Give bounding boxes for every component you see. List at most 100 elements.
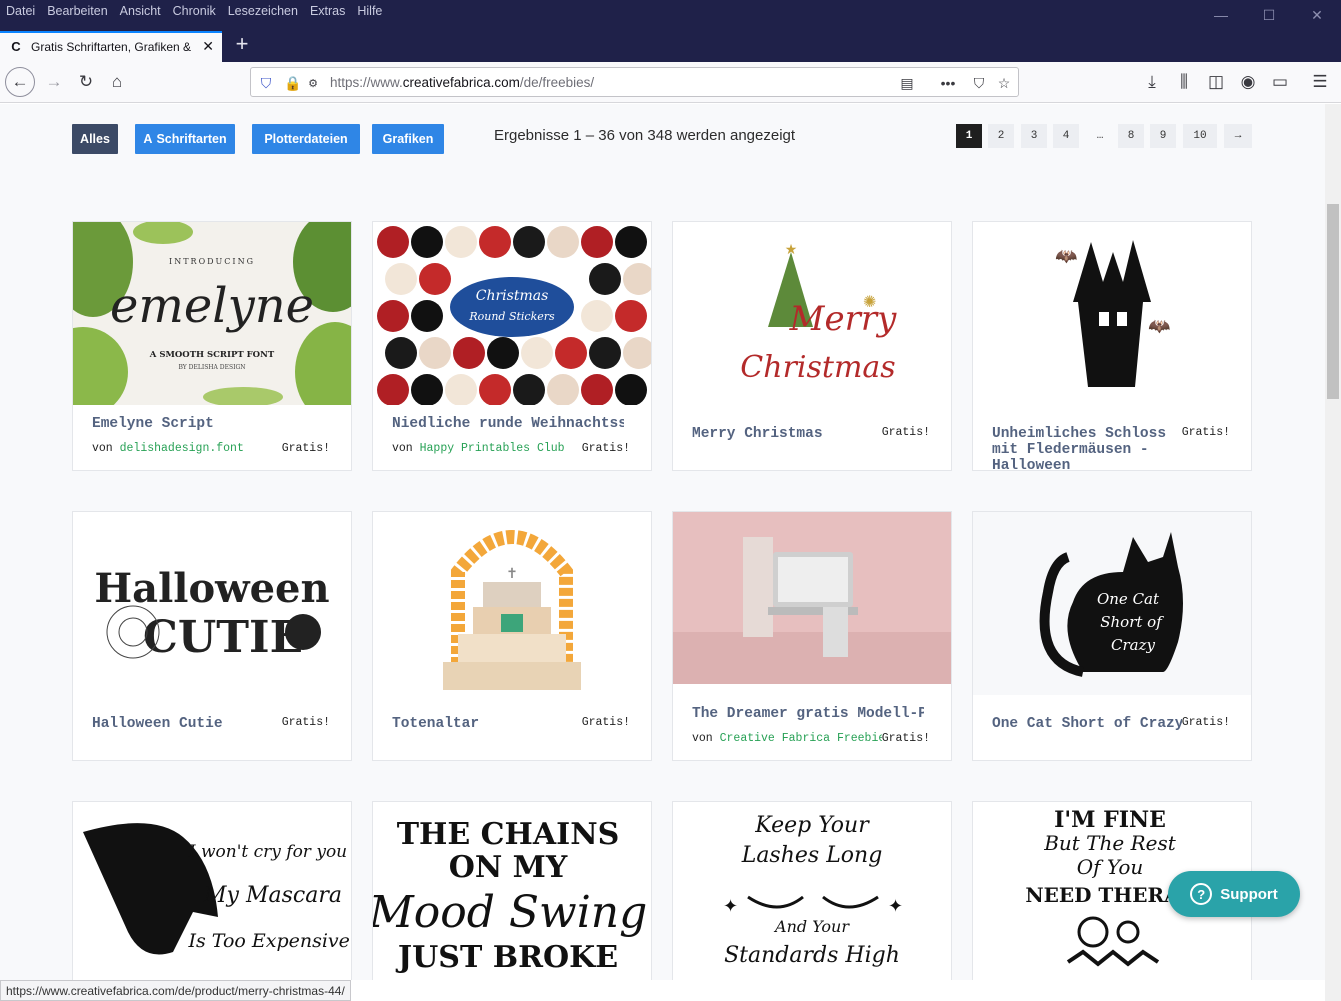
account-icon[interactable]: ◉ [1236,70,1260,94]
author-link[interactable]: Happy Printables Club [420,442,565,455]
close-window-icon[interactable]: ✕ [1293,0,1341,30]
product-price: Gratis! [881,426,930,439]
shield-icon[interactable]: ⛉ [256,73,276,93]
product-image[interactable]: I won't cry for you My Mascara Is Too Ex… [73,802,351,980]
page-4-button[interactable]: 4 [1053,124,1079,148]
product-price: Gratis! [881,732,930,745]
altar-artwork: ✝ [373,512,651,695]
product-card-halloween-cutie[interactable]: Halloween CUTIE Halloween Cutie Gratis! [72,511,352,761]
filter-fonts-button[interactable]: A Schriftarten [135,124,235,154]
new-tab-icon[interactable]: + [230,33,254,57]
product-title[interactable]: Emelyne Script [92,416,332,432]
downloads-icon[interactable]: ⤓ [1140,70,1164,94]
page-2-button[interactable]: 2 [988,124,1014,148]
page-10-button[interactable]: 10 [1183,124,1217,148]
svg-text:ON MY: ON MY [449,850,568,885]
reload-icon[interactable]: ↻ [74,70,98,94]
maximize-icon[interactable]: ☐ [1245,0,1293,30]
home-icon[interactable]: ⌂ [105,70,129,94]
menu-ansicht[interactable]: Ansicht [120,3,161,19]
menu-datei[interactable]: Datei [6,3,35,19]
product-image[interactable]: Keep Your Lashes Long And Your Standards… [673,802,951,980]
sticker-circle [419,263,451,295]
support-label: Support [1220,885,1278,903]
page-scrollbar[interactable] [1325,104,1341,1001]
product-card-merry-christmas[interactable]: ★ Merry Christmas ✺ Merry Christmas Grat… [672,221,952,471]
product-card-mascara[interactable]: I won't cry for you My Mascara Is Too Ex… [72,801,352,980]
sticker-circle [581,226,613,258]
permissions-icon[interactable]: ⚙ [303,73,323,93]
product-title[interactable]: The Dreamer gratis Modell-Pa [692,706,924,722]
page-next-button[interactable]: → [1224,124,1252,148]
page-8-button[interactable]: 8 [1118,124,1144,148]
back-icon[interactable]: ← [5,67,35,97]
sticker-circle [411,374,443,405]
svg-text:BY DELISHA DESIGN: BY DELISHA DESIGN [178,364,245,371]
url-domain: creativefabrica.com [402,75,520,90]
page-9-button[interactable]: 9 [1150,124,1176,148]
product-title[interactable]: Niedliche runde Weihnachtssti [392,416,624,432]
product-image[interactable]: THE CHAINS ON MY Mood Swing JUST BROKE [373,802,651,980]
bookmark-star-icon[interactable]: ☆ [994,73,1014,93]
forward-icon[interactable]: → [42,70,66,94]
svg-text:Round Stickers: Round Stickers [468,310,555,323]
browser-tab[interactable]: C Gratis Schriftarten, Grafiken & P ✕ [0,31,222,62]
product-title[interactable]: Halloween Cutie [92,716,282,732]
product-title[interactable]: One Cat Short of Crazy [992,716,1182,732]
product-author: von Happy Printables Club [392,442,565,455]
product-card-castle[interactable]: 🦇 🦇 Unheimliches Schloss mit Fledermäuse… [972,221,1252,471]
svg-text:✺: ✺ [863,292,876,311]
reader-view-icon[interactable]: ▤ [897,73,917,93]
product-image[interactable]: INTRODUCING emelyne A SMOOTH SCRIPT FONT… [73,222,351,405]
product-title[interactable]: Unheimliches Schloss [992,426,1182,442]
product-card-emelyne[interactable]: INTRODUCING emelyne A SMOOTH SCRIPT FONT… [72,221,352,471]
author-link[interactable]: Creative Fabrica Freebies [720,732,893,745]
product-price: Gratis! [281,716,330,729]
page-1-button[interactable]: 1 [956,124,982,148]
product-card-lashes[interactable]: Keep Your Lashes Long And Your Standards… [672,801,952,980]
support-button[interactable]: ? Support [1168,871,1300,917]
svg-text:emelyne: emelyne [110,278,314,334]
sticker-circle [479,226,511,258]
filter-graphics-button[interactable]: Grafiken [372,124,444,154]
sticker-circle [513,226,545,258]
product-image[interactable]: ✝ [373,512,651,695]
pocket-icon[interactable]: ⛉ [969,73,989,93]
menu-bar: Datei Bearbeiten Ansicht Chronik Lesezei… [6,3,382,19]
menu-bearbeiten[interactable]: Bearbeiten [47,3,107,19]
product-title[interactable]: Merry Christmas [692,426,882,442]
library-icon[interactable]: ⫼ [1172,70,1196,94]
lock-icon[interactable]: 🔒 [283,73,303,93]
product-image[interactable]: Halloween CUTIE [73,512,351,695]
product-image[interactable]: 🦇 🦇 [973,222,1251,405]
menu-hilfe[interactable]: Hilfe [357,3,382,19]
sidebar-icon[interactable]: ◫ [1204,70,1228,94]
product-image[interactable] [673,512,951,684]
stickers-artwork: Christmas Round Stickers [373,222,651,405]
product-image[interactable]: One Cat Short of Crazy [973,512,1251,695]
menu-extras[interactable]: Extras [310,3,345,19]
product-title[interactable]: Totenaltar [392,716,582,732]
sticker-circle [513,374,545,405]
filter-all-button[interactable]: Alles [72,124,118,154]
page-3-button[interactable]: 3 [1021,124,1047,148]
extension-icon[interactable]: ▭ [1268,70,1292,94]
filter-plotter-button[interactable]: Plotterdateien [252,124,360,154]
product-card-cat[interactable]: One Cat Short of Crazy One Cat Short of … [972,511,1252,761]
menu-lesezeichen[interactable]: Lesezeichen [228,3,298,19]
product-image[interactable]: Christmas Round Stickers [373,222,651,405]
product-card-totenaltar[interactable]: ✝ Totenaltar Gratis! [372,511,652,761]
product-card-mood-swing[interactable]: THE CHAINS ON MY Mood Swing JUST BROKE [372,801,652,980]
scrollbar-thumb[interactable] [1327,204,1339,399]
author-link[interactable]: delishadesign.font [120,442,244,455]
product-card-dreamer[interactable]: The Dreamer gratis Modell-Pa von Creativ… [672,511,952,761]
mascara-artwork: I won't cry for you My Mascara Is Too Ex… [73,802,351,980]
menu-chronik[interactable]: Chronik [173,3,216,19]
url-bar[interactable]: ⛉ 🔒 ⚙ https://www.creativefabrica.com/de… [250,67,1019,97]
page-actions-icon[interactable]: ••• [938,73,958,93]
hamburger-menu-icon[interactable]: ☰ [1308,70,1332,94]
product-card-stickers[interactable]: Christmas Round Stickers Niedliche runde… [372,221,652,471]
minimize-icon[interactable]: — [1197,0,1245,30]
product-image[interactable]: ★ Merry Christmas ✺ [673,222,951,405]
tab-close-icon[interactable]: ✕ [202,38,214,55]
